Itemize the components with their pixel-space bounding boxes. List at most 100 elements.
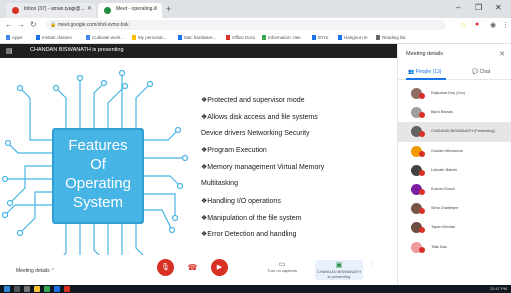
url-field[interactable]: 🔒 meet.google.com/xhd-xvmz-bxk (46, 20, 446, 30)
features-chip: Features Of Operating System (52, 128, 144, 224)
shared-slide: Features Of Operating System ❖Protected … (0, 58, 397, 285)
browser-tab-gmail[interactable]: Inbox (37) - aman.tyagi@... ✕ (6, 3, 96, 18)
participant-row[interactable]: Bipro Biswas (398, 103, 511, 122)
forward-icon[interactable]: → (17, 20, 25, 29)
close-window-button[interactable]: ✕ (495, 3, 502, 12)
captions-button[interactable]: ▭ Turn on captions (262, 260, 302, 273)
panel-tabs: 👥 People (13) 💬 Chat (398, 66, 511, 80)
bookmark-item[interactable]: Office Docs (226, 35, 255, 40)
participant-row[interactable]: Goutam Bhowmick (398, 142, 511, 161)
account-icon[interactable]: ◉ (490, 21, 496, 29)
bookmark-item[interactable]: Reading list (376, 35, 406, 40)
bookmarks-bar: Apps Instant classes Cultivate work... M… (0, 32, 511, 44)
browser-tab-bar: Inbox (37) - aman.tyagi@... ✕ Meet - ope… (0, 0, 511, 18)
meet-stage: ▤ CHANDAN BISWANATH is presenting Featur… (0, 44, 397, 285)
participant-row[interactable]: Sima Chatterjee (398, 199, 511, 218)
mic-off-icon: 🎙 (161, 264, 170, 271)
participant-row[interactable]: Tilak Das (398, 238, 511, 257)
tab-people[interactable]: 👥 People (13) (408, 69, 441, 75)
bullet-item: ❖Program Execution (201, 147, 267, 155)
minimize-button[interactable]: – (456, 3, 460, 12)
presentation-icon: ▤ (6, 48, 13, 55)
close-icon[interactable]: ✕ (87, 5, 92, 12)
gmail-favicon-icon (12, 7, 19, 14)
present-icon: ▣ (335, 262, 343, 269)
app-icon[interactable] (64, 286, 70, 292)
mic-muted-icon (419, 208, 425, 215)
tab-label: Inbox (37) - aman.tyagi@... (24, 6, 85, 12)
bookmark-item[interactable]: Cultivate work... (86, 35, 124, 40)
start-icon[interactable] (4, 286, 10, 292)
participant-row[interactable]: Tapan Mondal (398, 218, 511, 237)
meeting-details-button[interactable]: Meeting details ⌃ (16, 268, 55, 274)
leave-call-button[interactable]: ☎ (184, 259, 201, 276)
address-bar-row: ← → ↻ 🔒 meet.google.com/xhd-xvmz-bxk ☆ ●… (0, 18, 511, 32)
chip-line: Operating (65, 175, 131, 192)
camera-off-icon: ▶ (216, 264, 223, 271)
star-icon[interactable]: ☆ (460, 21, 466, 29)
bookmark-apps[interactable]: Apps (6, 35, 22, 40)
tab-chat[interactable]: 💬 Chat (472, 69, 490, 75)
chip-line: System (72, 194, 123, 211)
close-icon[interactable]: ✕ (153, 5, 158, 12)
presenter-bar: ▤ CHANDAN BISWANATH is presenting (0, 44, 397, 58)
panel-title: Meeting details (406, 51, 443, 57)
hang-up-icon: ☎ (187, 263, 198, 272)
bookmark-item[interactable]: Instant classes (36, 35, 72, 40)
presenting-button[interactable]: ▣ CHANDAN BISWANATH is presenting (315, 260, 363, 280)
chip-line: Features (68, 137, 128, 154)
mic-muted-icon (419, 93, 425, 99)
participant-row[interactable]: Rajkumar Dey (You) (398, 84, 511, 103)
bullet-item: ❖Protected and supervisor mode (201, 97, 305, 104)
bullet-item: Multitasking (201, 179, 238, 187)
participant-row[interactable]: CHANDAN BISWANATH (Presenting) (398, 122, 511, 142)
presenter-text: CHANDAN BISWANATH is presenting (30, 47, 124, 53)
mic-muted-icon (419, 150, 425, 157)
mic-off-button[interactable]: 🎙 (157, 259, 174, 276)
menu-icon[interactable]: ⋮ (502, 21, 509, 29)
bookmark-item[interactable]: BYUI (312, 35, 329, 40)
new-tab-button[interactable]: + (166, 4, 171, 14)
reload-icon[interactable]: ↻ (30, 20, 37, 29)
meeting-controls: Meeting details ⌃ 🎙 ☎ ▶ ▭ Turn on caption… (0, 255, 397, 285)
url-text: meet.google.com/xhd-xvmz-bxk (58, 22, 129, 28)
bullet-item: ❖Allows disk access and file systems (201, 113, 318, 121)
participant-row[interactable]: Loknath Bakshi (398, 161, 511, 180)
active-tab-indicator (406, 78, 446, 80)
taskbar: 12:47 PM (0, 285, 511, 293)
file-explorer-icon[interactable] (34, 286, 40, 292)
close-icon[interactable]: ✕ (499, 50, 505, 58)
bullet-item: ❖Error Detection and handling (201, 231, 297, 239)
meet-favicon-icon (104, 7, 111, 14)
mic-muted-icon (419, 246, 425, 253)
task-view-icon[interactable] (24, 286, 30, 292)
bullet-item: ❖Manipulation of the file system (201, 214, 302, 222)
chrome-icon[interactable] (44, 286, 50, 292)
browser-tab-meet[interactable]: Meet - operating... ✕ (98, 3, 162, 18)
participant-row[interactable]: Kushal Ghosh (398, 180, 511, 199)
camera-off-button[interactable]: ▶ (211, 259, 228, 276)
bookmark-item[interactable]: Mac hardware... (178, 35, 216, 40)
system-clock: 12:47 PM (489, 286, 507, 291)
search-icon[interactable] (14, 286, 20, 292)
bullet-list: ❖Protected and supervisor mode ❖Allows d… (201, 96, 391, 247)
bookmark-item[interactable]: Information: rate (262, 35, 301, 40)
edge-icon[interactable] (54, 286, 60, 292)
bookmark-item[interactable]: Hangout rm (338, 35, 368, 40)
mic-muted-icon (419, 131, 425, 138)
bullet-item: ❖Handling I/O operations (201, 197, 281, 205)
tab-label: Meet - operating... (116, 6, 157, 12)
back-icon[interactable]: ← (5, 20, 13, 29)
lock-icon: 🔒 (50, 22, 57, 28)
extension-icon[interactable]: ● (475, 21, 479, 28)
mic-muted-icon (419, 169, 425, 176)
mic-muted-icon (419, 188, 425, 195)
participant-list: Rajkumar Dey (You) Bipro Biswas CHANDAN … (398, 84, 511, 257)
mic-muted-icon (419, 112, 425, 119)
bullet-item: ❖Memory management Virtual Memory (201, 164, 325, 172)
maximize-button[interactable]: ❐ (475, 3, 482, 12)
more-options-icon[interactable]: ⋮ (366, 260, 378, 265)
bookmark-item[interactable]: My personal... (132, 35, 166, 40)
chip-line: Of (90, 156, 106, 173)
people-panel: Meeting details ✕ 👥 People (13) 💬 Chat R… (397, 44, 511, 285)
